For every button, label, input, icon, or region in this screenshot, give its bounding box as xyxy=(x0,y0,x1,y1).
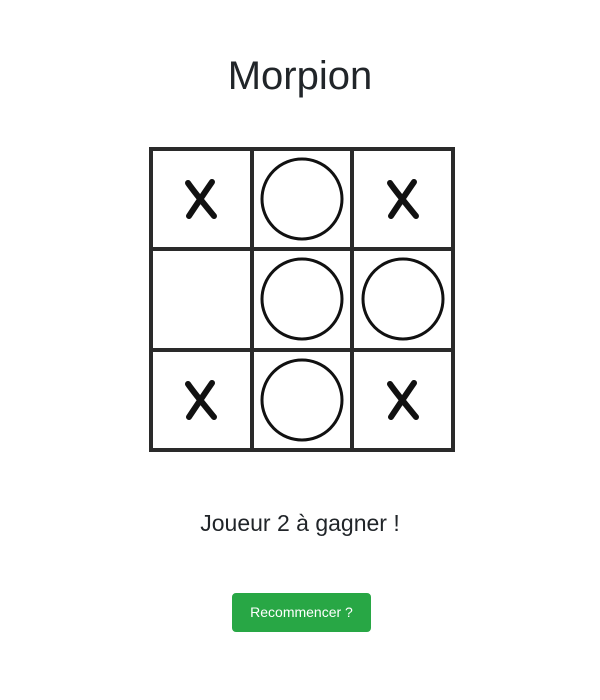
circle-mark-icon xyxy=(361,257,445,341)
circle-mark-icon xyxy=(260,157,344,241)
cell-bottom-right[interactable] xyxy=(352,349,453,450)
cross-mark-icon xyxy=(185,379,218,420)
game-board xyxy=(149,147,455,452)
circle-mark-icon xyxy=(260,257,344,341)
cell-middle-right[interactable] xyxy=(352,249,453,350)
cross-mark-icon xyxy=(386,179,419,220)
cross-mark-icon xyxy=(386,379,419,420)
restart-button[interactable]: Recommencer ? xyxy=(232,593,371,632)
cell-center[interactable] xyxy=(251,249,353,350)
cell-top-left[interactable] xyxy=(151,149,252,250)
cell-bottom-left[interactable] xyxy=(151,349,252,450)
game-title: Morpion xyxy=(227,54,373,98)
game-status-message: Joueur 2 à gagner ! xyxy=(200,510,400,536)
circle-mark-icon xyxy=(260,358,344,442)
cell-top-right[interactable] xyxy=(352,149,453,250)
cross-mark-icon xyxy=(185,179,218,220)
cell-middle-left[interactable] xyxy=(151,249,252,350)
cell-bottom-center[interactable] xyxy=(251,349,353,450)
cell-top-center[interactable] xyxy=(251,149,353,250)
